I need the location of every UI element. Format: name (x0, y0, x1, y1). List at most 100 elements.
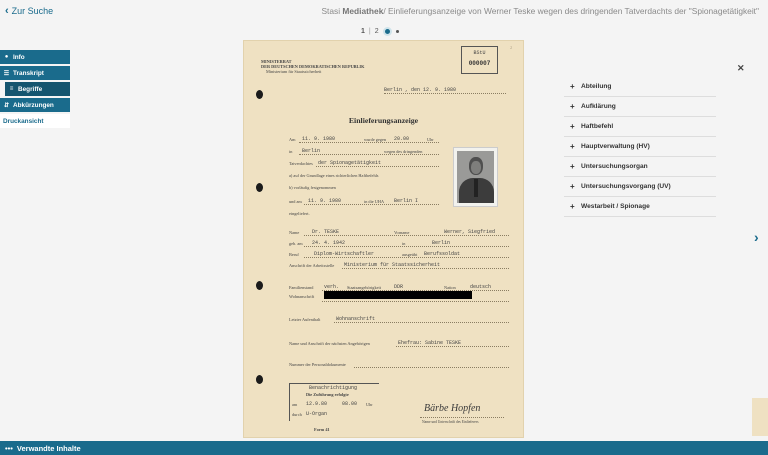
plus-icon: + (570, 82, 575, 91)
pager-current-page[interactable]: 1 (361, 28, 365, 35)
punch-hole (256, 281, 263, 290)
begriff-item[interactable]: + Hauptverwaltung (HV) (564, 137, 716, 157)
doc-org-line3: Ministerium für Staatssicherheit (266, 69, 322, 74)
nav-info-label: Info (13, 53, 25, 61)
doc-letzter-label: Letzter Aufenthalt (289, 317, 321, 322)
left-navigation: ● Info ☰ Transkript ≡ Begriffe ⇵ Abkürzu… (0, 50, 70, 130)
pager-active-dot[interactable] (382, 27, 392, 36)
plus-icon: + (570, 122, 575, 131)
text-lines-icon: ☰ (3, 70, 10, 77)
begriff-item[interactable]: + Westarbeit / Spionage (564, 197, 716, 217)
nav-druckansicht-label: Druckansicht (3, 117, 44, 125)
nav-transkript[interactable]: ☰ Transkript (0, 66, 70, 80)
suspect-photo (453, 147, 498, 207)
punch-hole (256, 375, 263, 384)
doc-eingeliefert: eingeliefert. (289, 211, 310, 216)
doc-arbeitsstelle-label: Anschrift der Arbeitsstelle (289, 263, 335, 268)
doc-personaldokumente-label: Nummer der Personaldokumente (289, 362, 346, 367)
stamp-top: BStU (473, 50, 486, 56)
doc-beruf-label: Beruf (289, 252, 299, 257)
doc-zufuehrung: Die Zuführung erfolgte (306, 392, 349, 397)
doc-geb-label: geb. am (289, 241, 303, 246)
document-scan[interactable]: MINISTERRAT DER DEUTSCHEN DEMOKRATISCHEN… (243, 40, 524, 438)
back-to-search-link[interactable]: ‹ Zur Suche (5, 4, 54, 17)
doc-line (304, 246, 509, 247)
related-content-bar[interactable]: ••• Verwandte Inhalte (0, 441, 768, 455)
begriff-item[interactable]: + Haftbefehl (564, 117, 716, 137)
doc-festgenommen: b) vorläufig festgenommen (289, 185, 336, 190)
doc-line (342, 268, 509, 269)
page-pager: 1 | 2 (361, 27, 399, 36)
signature: Bärbe Hopfen (424, 403, 481, 414)
begriffe-panel: + Abteilung + Aufklärung + Haftbefehl + Haup… (564, 77, 716, 217)
begriff-label: Westarbeit / Spionage (581, 203, 650, 210)
glossary-icon: ≡ (9, 86, 14, 92)
info-icon: ● (4, 54, 9, 60)
top-bar: ‹ Zur Suche Stasi Mediathek/ Einlieferun… (0, 0, 768, 24)
doc-grundlage: a) auf der Grundlage eines richterlichen… (289, 173, 379, 178)
next-document-peek[interactable] (752, 398, 768, 436)
begriff-label: Untersuchungsvorgang (UV) (581, 183, 671, 190)
doc-line (299, 154, 439, 155)
begriff-label: Hauptverwaltung (HV) (581, 143, 650, 150)
doc-unterschrift-label: Name und Unterschrift des Einlieferers (422, 420, 479, 424)
begriff-label: Untersuchungsorgan (581, 163, 648, 170)
doc-angehoerige-label: Name und Anschrift der nächsten Angehöri… (289, 341, 370, 346)
doc-heading: Einlieferungsanzeige (348, 116, 419, 125)
pager-page-2[interactable]: 2 (375, 28, 379, 35)
doc-line (316, 166, 439, 167)
doc-in-label: in (289, 149, 293, 154)
doc-line (396, 346, 509, 347)
doc-box-uhr-label: Uhr (366, 402, 373, 407)
doc-wohnanschrift-label: Wohnanschrift (289, 294, 315, 299)
doc-box-am-value: 12.9.80 (306, 401, 328, 407)
nav-transkript-label: Transkript (13, 69, 44, 77)
begriff-item[interactable]: + Abteilung (564, 77, 716, 97)
begriff-item[interactable]: + Untersuchungsorgan (564, 157, 716, 177)
punch-hole (256, 90, 263, 99)
doc-line (304, 257, 509, 258)
doc-tatverdacht-label: Tatverdachtes (289, 161, 313, 166)
related-content-label: Verwandte Inhalte (16, 443, 81, 453)
doc-line (304, 204, 439, 205)
doc-line (420, 417, 504, 418)
chevron-left-icon: ‹ (5, 4, 9, 17)
title-bold: Mediathek (342, 6, 384, 16)
pager-dot[interactable] (395, 30, 399, 33)
plus-icon: + (570, 102, 575, 111)
nav-begriffe-label: Begriffe (18, 85, 43, 93)
doc-page-number: 2 (510, 45, 513, 50)
nav-druckansicht[interactable]: Druckansicht (0, 114, 70, 128)
doc-box-time-value: 08.00 (342, 401, 358, 407)
doc-am-label: Am (289, 137, 296, 142)
doc-benachrichtigung: Benachrichtigung (309, 385, 358, 391)
doc-durch-label: durch (292, 412, 302, 417)
chevron-right-icon[interactable]: › (754, 229, 759, 245)
doc-name-label: Name (289, 230, 300, 235)
doc-und-am-label: und am (289, 199, 302, 204)
plus-icon: + (570, 202, 575, 211)
stamp-number: 000007 (468, 60, 491, 67)
more-dots-icon: ••• (5, 443, 13, 453)
begriff-item[interactable]: + Aufklärung (564, 97, 716, 117)
begriff-label: Aufklärung (581, 103, 616, 110)
begriff-item[interactable]: + Untersuchungsvorgang (UV) (564, 177, 716, 197)
doc-line (334, 322, 509, 323)
archive-stamp: BStU 000007 (461, 46, 498, 74)
punch-hole (256, 183, 263, 192)
plus-icon: + (570, 162, 575, 171)
doc-line (354, 367, 509, 368)
plus-icon: + (570, 182, 575, 191)
close-icon[interactable]: ✕ (737, 63, 745, 74)
doc-durch-value: U-Organ (306, 411, 328, 417)
doc-line (322, 301, 509, 302)
back-label: Zur Suche (11, 6, 54, 16)
doc-line (304, 235, 509, 236)
nav-begriffe[interactable]: ≡ Begriffe (5, 82, 70, 96)
doc-box-am-label: am (292, 402, 298, 407)
nav-abkuerzungen[interactable]: ⇵ Abkürzungen (0, 98, 70, 112)
begriff-label: Haftbefehl (581, 123, 614, 130)
doc-form-code: Form 41 (314, 427, 330, 432)
redaction-bar (324, 291, 472, 299)
nav-info[interactable]: ● Info (0, 50, 70, 64)
